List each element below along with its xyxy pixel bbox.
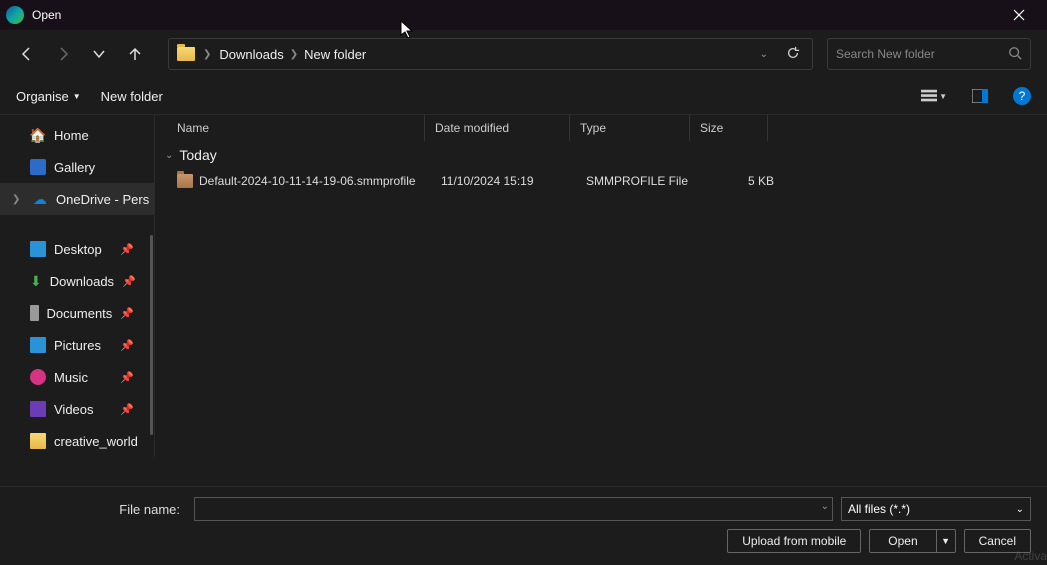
group-label: Today bbox=[179, 147, 216, 163]
chevron-down-icon: ⌄ bbox=[1016, 504, 1024, 515]
command-bar: Organise ▼ New folder ▼ ? bbox=[0, 78, 1047, 114]
file-type: SMMPROFILE File bbox=[576, 174, 696, 188]
pin-icon: 📌 bbox=[122, 275, 136, 288]
sidebar-item-creative[interactable]: creative_world bbox=[0, 425, 154, 457]
filename-input[interactable] bbox=[194, 497, 833, 521]
pin-icon: 📌 bbox=[120, 307, 134, 320]
sidebar-label: Documents bbox=[47, 306, 113, 321]
organise-label: Organise bbox=[16, 89, 69, 104]
sidebar-label: Desktop bbox=[54, 242, 102, 257]
chevron-right-icon: ❯ bbox=[203, 49, 211, 60]
pin-icon: 📌 bbox=[120, 403, 134, 416]
chevron-down-icon: ⌄ bbox=[165, 150, 173, 161]
group-today[interactable]: ⌄ Today bbox=[161, 141, 1047, 169]
bottom-panel: File name: ⌄ All files (*.*) ⌄ Upload fro… bbox=[0, 486, 1047, 565]
address-dropdown[interactable]: ⌄ bbox=[754, 49, 774, 60]
open-button-main[interactable]: Open bbox=[870, 530, 936, 552]
view-mode-button[interactable]: ▼ bbox=[921, 83, 947, 109]
desktop-icon bbox=[30, 241, 46, 257]
column-size[interactable]: Size bbox=[690, 115, 768, 141]
pin-icon: 📌 bbox=[120, 243, 134, 256]
forward-button[interactable] bbox=[52, 43, 74, 65]
up-button[interactable] bbox=[124, 43, 146, 65]
cloud-icon: ☁ bbox=[32, 191, 48, 207]
filename-label: File name: bbox=[16, 502, 186, 517]
sidebar-item-pictures[interactable]: Pictures 📌 bbox=[0, 329, 154, 361]
sidebar-label: Pictures bbox=[54, 338, 101, 353]
breadcrumb-downloads[interactable]: Downloads bbox=[219, 47, 283, 62]
column-headers: Name Date modified Type Size bbox=[155, 115, 1047, 141]
documents-icon bbox=[30, 305, 39, 321]
navbar: ❯ Downloads ❯ New folder ⌄ bbox=[0, 30, 1047, 78]
sidebar-item-music[interactable]: Music 📌 bbox=[0, 361, 154, 393]
titlebar: Open bbox=[0, 0, 1047, 30]
search-box[interactable] bbox=[827, 38, 1031, 70]
watermark: Activa bbox=[1014, 549, 1047, 563]
chevron-right-icon[interactable]: ❯ bbox=[12, 194, 24, 205]
sidebar-item-onedrive[interactable]: ❯ ☁ OneDrive - Pers bbox=[0, 183, 154, 215]
close-button[interactable] bbox=[997, 0, 1041, 30]
breadcrumb-newfolder[interactable]: New folder bbox=[304, 47, 366, 62]
file-row[interactable]: Default-2024-10-11-14-19-06.smmprofile 1… bbox=[161, 169, 1047, 193]
search-input[interactable] bbox=[836, 47, 1008, 61]
sidebar-item-home[interactable]: 🏠 Home bbox=[0, 119, 154, 151]
column-type[interactable]: Type bbox=[570, 115, 690, 141]
recent-button[interactable] bbox=[88, 43, 110, 65]
sidebar-item-videos[interactable]: Videos 📌 bbox=[0, 393, 154, 425]
column-name[interactable]: Name bbox=[177, 115, 425, 141]
videos-icon bbox=[30, 401, 46, 417]
chevron-down-icon: ▼ bbox=[73, 92, 81, 101]
file-date: 11/10/2024 15:19 bbox=[431, 174, 576, 188]
filename-dropdown[interactable]: ⌄ bbox=[821, 501, 829, 512]
sidebar-scrollbar[interactable] bbox=[150, 235, 153, 435]
edge-icon bbox=[6, 6, 24, 24]
open-button[interactable]: Open ▼ bbox=[869, 529, 955, 553]
back-button[interactable] bbox=[16, 43, 38, 65]
sidebar-label: Videos bbox=[54, 402, 94, 417]
sidebar-item-documents[interactable]: Documents 📌 bbox=[0, 297, 154, 329]
column-date[interactable]: Date modified bbox=[425, 115, 570, 141]
pin-icon: 📌 bbox=[120, 339, 134, 352]
address-bar[interactable]: ❯ Downloads ❯ New folder ⌄ bbox=[168, 38, 813, 70]
file-name: Default-2024-10-11-14-19-06.smmprofile bbox=[199, 174, 431, 188]
sidebar: 🏠 Home Gallery ❯ ☁ OneDrive - Pers Desktop 📌… bbox=[0, 115, 155, 457]
folder-icon bbox=[30, 433, 46, 449]
sidebar-item-desktop[interactable]: Desktop 📌 bbox=[0, 233, 154, 265]
new-folder-button[interactable]: New folder bbox=[101, 89, 163, 104]
upload-from-mobile-button[interactable]: Upload from mobile bbox=[727, 529, 861, 553]
sidebar-label: Music bbox=[54, 370, 88, 385]
chevron-right-icon: ❯ bbox=[290, 49, 298, 60]
filter-label: All files (*.*) bbox=[848, 502, 910, 516]
sidebar-item-gallery[interactable]: Gallery bbox=[0, 151, 154, 183]
sidebar-label: Downloads bbox=[50, 274, 114, 289]
sidebar-label: Gallery bbox=[54, 160, 95, 175]
new-folder-label: New folder bbox=[101, 89, 163, 104]
sidebar-item-downloads[interactable]: ⬇ Downloads 📌 bbox=[0, 265, 154, 297]
gallery-icon bbox=[30, 159, 46, 175]
download-icon: ⬇ bbox=[30, 273, 42, 289]
file-type-filter[interactable]: All files (*.*) ⌄ bbox=[841, 497, 1031, 521]
organise-menu[interactable]: Organise ▼ bbox=[16, 89, 81, 104]
help-button[interactable]: ? bbox=[1013, 87, 1031, 105]
file-list-area: Name Date modified Type Size ⌄ Today Defa… bbox=[155, 115, 1047, 486]
chevron-down-icon: ▼ bbox=[939, 92, 947, 101]
sidebar-label: creative_world bbox=[54, 434, 138, 449]
music-icon bbox=[30, 369, 46, 385]
home-icon: 🏠 bbox=[30, 127, 46, 143]
sidebar-label: Home bbox=[54, 128, 89, 143]
file-icon bbox=[177, 174, 193, 188]
folder-icon bbox=[177, 47, 195, 61]
search-icon[interactable] bbox=[1008, 46, 1022, 63]
open-button-dropdown[interactable]: ▼ bbox=[937, 530, 955, 552]
refresh-button[interactable] bbox=[782, 46, 804, 63]
preview-pane-button[interactable] bbox=[967, 83, 993, 109]
pin-icon: 📌 bbox=[120, 371, 134, 384]
pictures-icon bbox=[30, 337, 46, 353]
window-title: Open bbox=[32, 8, 61, 22]
file-size: 5 KB bbox=[696, 174, 774, 188]
breadcrumb: Downloads ❯ New folder bbox=[219, 47, 745, 62]
sidebar-label: OneDrive - Pers bbox=[56, 192, 149, 207]
